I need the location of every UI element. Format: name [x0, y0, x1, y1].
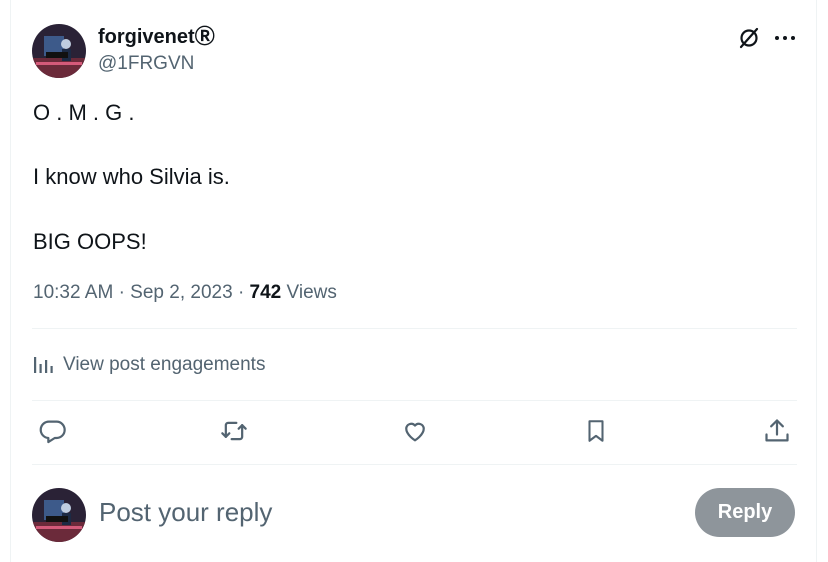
retweet-action-button[interactable] [214, 414, 254, 452]
tweet-date[interactable]: Sep 2, 2023 [130, 282, 232, 303]
divider [32, 328, 797, 329]
reply-action-button[interactable] [33, 414, 73, 452]
more-options-icon[interactable] [771, 25, 799, 51]
registered-mark: Ⓡ [194, 26, 215, 48]
divider [32, 400, 797, 401]
user-avatar[interactable] [32, 488, 86, 542]
tweet-text-line-1: O . M . G . [33, 100, 135, 125]
view-engagements-link[interactable]: View post engagements [33, 351, 265, 379]
tweet-text-line-2: I know who Silvia is. [33, 164, 230, 189]
meta-separator: · [237, 282, 245, 303]
meta-separator: · [118, 282, 125, 303]
analytics-icon [33, 351, 53, 379]
tweet-meta: 10:32 AM · Sep 2, 2023 · 742 Views [33, 281, 337, 305]
reply-icon [39, 417, 67, 450]
views-count: 742 [249, 282, 282, 303]
author-avatar[interactable] [32, 24, 86, 78]
views-label: Views [286, 282, 337, 303]
share-icon [763, 417, 791, 450]
reply-input[interactable] [99, 496, 659, 528]
reply-button[interactable]: Reply [695, 488, 795, 537]
tweet-text-line-3: BIG OOPS! [33, 229, 147, 254]
retweet-icon [219, 417, 249, 450]
grok-icon[interactable] [735, 25, 763, 51]
share-action-button[interactable] [757, 414, 797, 452]
author-name[interactable]: forgivenetⓇ [98, 24, 215, 50]
bookmark-icon [583, 417, 609, 450]
divider [32, 464, 797, 465]
author-handle[interactable]: @1FRGVN [98, 52, 194, 76]
like-action-button[interactable] [395, 414, 435, 452]
like-icon [401, 417, 429, 450]
bookmark-action-button[interactable] [576, 414, 616, 452]
engagements-label: View post engagements [63, 354, 266, 375]
tweet-time[interactable]: 10:32 AM [33, 282, 113, 303]
